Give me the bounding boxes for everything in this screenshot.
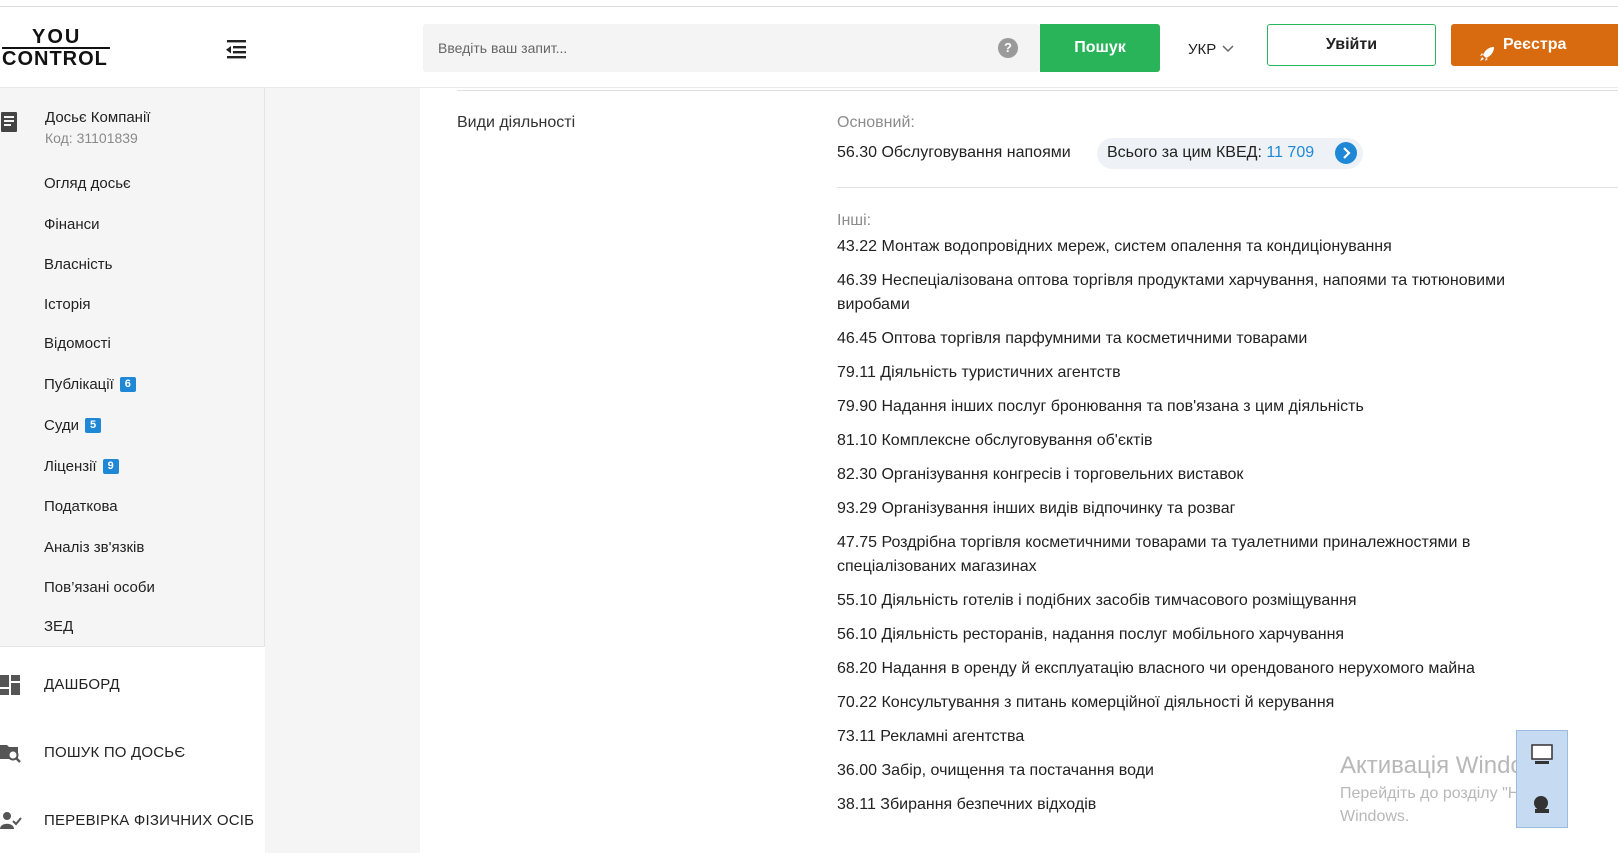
nav-dossier-search[interactable]: ПОШУК ПО ДОСЬЄ [0,731,265,775]
sidebar-item-tax[interactable]: Податкова [44,498,118,515]
sidebar-item-info[interactable]: Відомості [44,335,111,352]
count-badge: 9 [102,459,119,474]
sidebar-item-label: ЗЕД [44,618,74,635]
indent-left-icon[interactable] [222,38,248,60]
sidebar-item-foreign-trade[interactable]: ЗЕД [44,618,73,635]
activity-item: 55.10 Діяльність готелів і подібних засо… [837,592,1357,609]
language-label: УКР [1188,41,1217,58]
activity-item: 81.10 Комплексне обслуговування об'єктів [837,432,1153,449]
dossier-title: Досьє Компанії [45,109,151,126]
sidebar-item-publications[interactable]: Публікації 6 [44,376,136,393]
logo-line-1: YOU [32,26,82,48]
document-icon [0,111,20,135]
main-navigation: ДАШБОРД ПОШУК ПО ДОСЬЄ ПЕРЕВІРКА ФІЗИЧНИ… [0,646,265,853]
nav-dashboard[interactable]: ДАШБОРД [0,663,265,707]
sidebar-item-label: Публікації [44,376,114,393]
sidebar-item-label: Податкова [44,498,118,515]
windows-activation-hint-2: Windows. [1340,808,1410,825]
question-circle-icon[interactable]: ? [998,38,1018,58]
count-badge: 6 [119,377,136,392]
section-divider [837,187,1618,188]
main-activity-kved: 56.30 Обслуговування напоями [837,144,1071,161]
sidebar-item-label: Власність [44,256,113,273]
activity-item: 46.45 Оптова торгівля парфумними та косм… [837,330,1308,347]
sidebar-item-related-persons[interactable]: Пов’язані особи [44,579,155,596]
sidebar-item-label: Фінанси [44,216,100,233]
kved-total-link[interactable]: Всього за цим КВЕД: 11 709 [1097,138,1363,169]
sidebar-item-label: Пов’язані особи [44,579,155,596]
content-left-gutter [265,88,420,853]
activity-item: 93.29 Організування інших видів відпочин… [837,500,1236,517]
search-button[interactable]: Пошук [1040,24,1160,72]
sidebar-item-overview[interactable]: Огляд досьє [44,175,131,192]
activity-item: 56.10 Діяльність ресторанів, надання пос… [837,626,1345,643]
activity-item: 47.75 Роздрібна торгівля косметичними то… [837,534,1471,575]
nav-person-check[interactable]: ПЕРЕВІРКА ФІЗИЧНИХ ОСІБ [0,799,265,843]
user-check-icon [0,809,22,833]
sidebar-item-history[interactable]: Історія [44,296,91,313]
logo-area: YOU CONTROL [0,8,265,88]
activity-item: 73.11 Рекламні агентства [837,728,1025,745]
nav-label: ПОШУК ПО ДОСЬЄ [44,744,186,761]
login-button[interactable]: Увійти [1267,24,1436,66]
section-label: Види діяльності [457,114,576,131]
sidebar-item-label: Суди [44,417,79,434]
register-label: Реєстра [1503,36,1567,53]
search-box: ? [423,24,1040,72]
youcontrol-logo[interactable]: YOU CONTROL [2,26,114,70]
section-top-rule [457,90,1618,91]
main-activity-label: Основний: [837,114,915,131]
dashboard-icon [0,673,22,697]
kved-total-count: 11 709 [1266,144,1315,161]
chevron-right-circle-icon [1335,142,1357,164]
sidebar-item-label: Ліцензії [44,458,97,475]
nav-label: ДАШБОРД [44,676,120,693]
sidebar-item-ownership[interactable]: Власність [44,256,112,273]
sidebar-item-finance[interactable]: Фінанси [44,216,100,233]
dossier-code: Код: 31101839 [45,130,138,146]
activity-item: 46.39 Неспеціалізована оптова торгівля п… [837,272,1505,313]
nav-label: ПЕРЕВІРКА ФІЗИЧНИХ ОСІБ [44,812,255,829]
side-widget-panel[interactable] [1516,730,1568,828]
sidebar-item-label: Огляд досьє [44,175,131,192]
dossier-header[interactable]: Досьє Компанії Код: 31101839 [0,105,265,155]
kved-total-label: Всього за цим КВЕД: [1107,144,1262,161]
search-input[interactable] [423,24,993,72]
sidebar-item-label: Історія [44,296,91,313]
sidebar-item-licenses[interactable]: Ліцензії 9 [44,458,119,475]
other-activities-label: Інші: [837,212,872,229]
activity-item: 70.22 Консультування з питань комерційно… [837,694,1335,711]
register-button[interactable]: Реєстра [1451,24,1618,66]
folder-search-icon [0,741,22,765]
sidebar-item-label: Відомості [44,335,111,352]
top-border-line [0,6,1618,7]
top-header: ? Пошук УКР Увійти Реєстра [265,8,1618,88]
activity-item: 68.20 Надання в оренду й експлуатацію вл… [837,660,1475,677]
sidebar-item-relations-analysis[interactable]: Аналіз зв'язків [44,539,144,556]
activity-item: 43.22 Монтаж водопровідних мереж, систем… [837,238,1392,255]
rocket-icon [1479,37,1495,61]
sidebar: YOU CONTROL Досьє Компанії Код: 31101839… [0,8,265,853]
count-badge: 5 [84,418,102,433]
chevron-down-icon [1222,40,1234,57]
logo-line-2: CONTROL [2,48,108,70]
sidebar-item-label: Аналіз зв'язків [44,539,145,556]
activity-item: 82.30 Організування конгресів і торговел… [837,466,1244,483]
language-selector[interactable]: УКР [1188,40,1234,58]
sidebar-item-courts[interactable]: Суди 5 [44,417,102,434]
activity-item: 79.90 Надання інших послуг бронювання та… [837,398,1364,415]
activity-item: 79.11 Діяльність туристичних агентств [837,364,1121,381]
